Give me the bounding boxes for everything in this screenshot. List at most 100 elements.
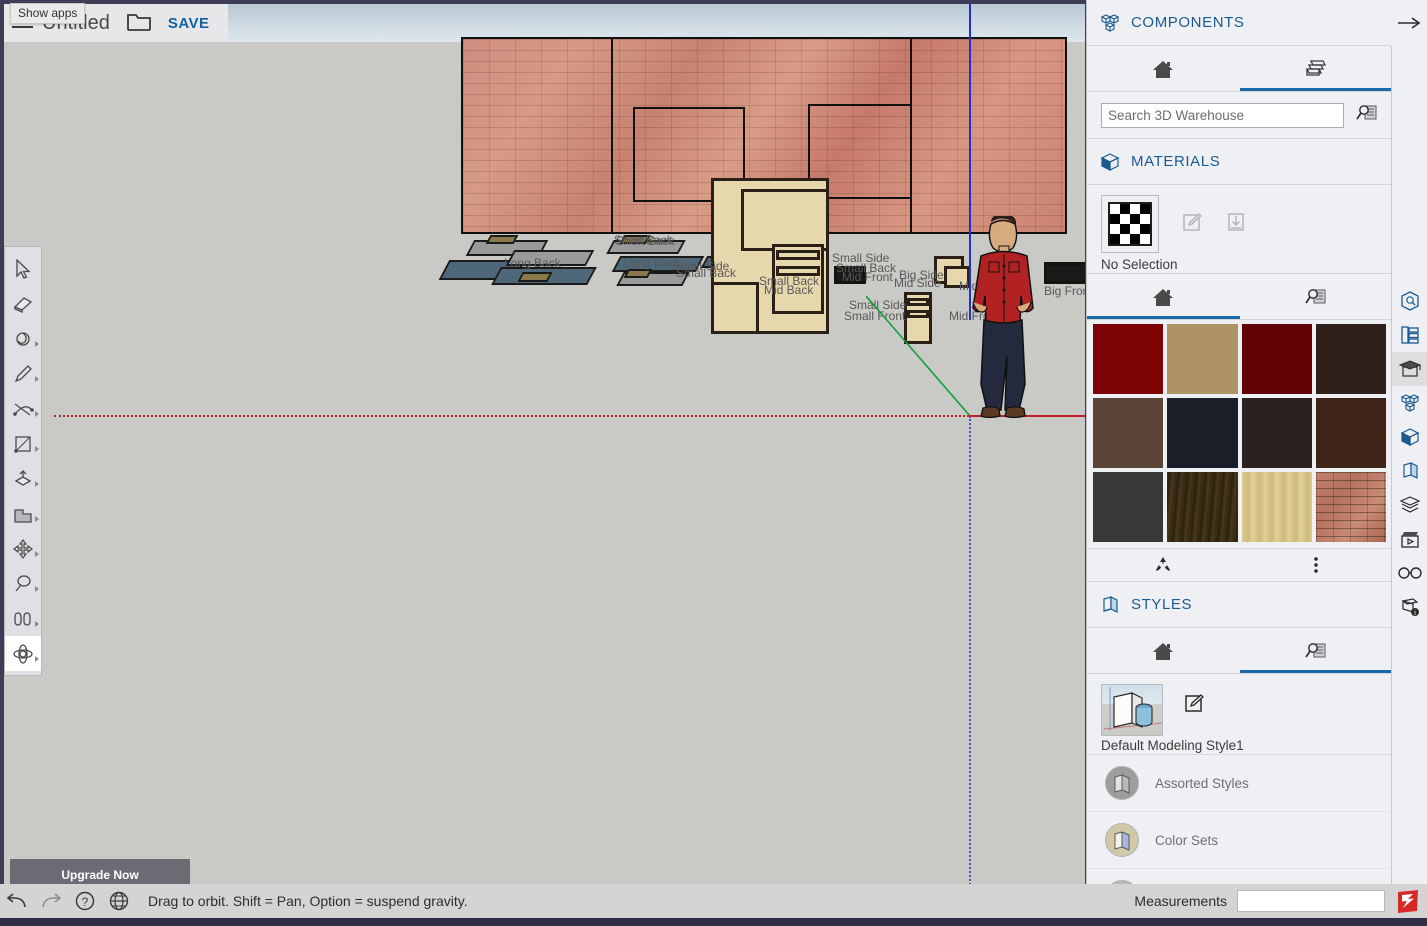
arc-tool[interactable]: [5, 391, 41, 426]
redo-button[interactable]: [34, 884, 68, 918]
style-collection-row[interactable]: Assorted Styles: [1087, 755, 1392, 812]
tab-materials-home[interactable]: [1087, 274, 1240, 319]
home-icon: [1151, 286, 1175, 308]
warehouse-search-row: Search 3D Warehouse: [1087, 92, 1392, 139]
measurements-input[interactable]: [1237, 890, 1385, 912]
home-icon: [1151, 58, 1175, 80]
styles-panel-title: STYLES: [1131, 596, 1192, 613]
select-tool[interactable]: [5, 251, 41, 286]
rail-components[interactable]: [1392, 386, 1427, 420]
style-collection-label: Assorted Styles: [1155, 776, 1249, 791]
window-bottom-edge: [0, 918, 1427, 926]
edit-style-button[interactable]: [1183, 692, 1207, 719]
edit-material-button[interactable]: [1181, 211, 1205, 238]
undo-button[interactable]: [0, 884, 34, 918]
pushpull-tool[interactable]: [5, 461, 41, 496]
glasses-icon: [1397, 565, 1423, 581]
model-viewport[interactable]: Short BackShort BackLong BackLong BackSm…: [4, 4, 1085, 892]
material-swatch-dark-espresso[interactable]: [1316, 324, 1386, 394]
help-button[interactable]: ?: [68, 884, 102, 918]
move-tool[interactable]: [5, 531, 41, 566]
search-in-model-icon: [1305, 641, 1327, 661]
ground-panel: [624, 269, 653, 278]
materials-panel-title: MATERIALS: [1131, 153, 1220, 170]
orbit-tool[interactable]: [5, 636, 41, 671]
material-swatch-dark-wood[interactable]: [1167, 472, 1237, 542]
save-material-button[interactable]: [1225, 211, 1247, 238]
paint-bucket-tool[interactable]: [5, 321, 41, 356]
tab-components-home[interactable]: [1087, 46, 1240, 91]
style-collection-label: Color Sets: [1155, 833, 1218, 848]
selected-material-swatch[interactable]: [1101, 195, 1159, 253]
style-preview-icon: [1102, 685, 1163, 736]
tab-styles-in-model[interactable]: [1240, 628, 1393, 673]
style-collection-row-partial[interactable]: [1087, 869, 1392, 884]
arrow-right-icon: [1396, 15, 1422, 31]
style-collection-icon: [1105, 823, 1139, 857]
scenes-clapboard-icon: [1398, 528, 1422, 550]
material-swatch-dark-red[interactable]: [1093, 324, 1163, 394]
styles-panel-header[interactable]: STYLES: [1087, 582, 1392, 628]
rail-display[interactable]: [1392, 556, 1427, 590]
eraser-tool[interactable]: [5, 286, 41, 321]
rail-tags[interactable]: [1392, 488, 1427, 522]
tab-3d-warehouse[interactable]: [1240, 46, 1393, 91]
sketchup-logo-icon[interactable]: [1395, 888, 1421, 914]
material-swatch-charcoal-gray[interactable]: [1093, 472, 1163, 542]
style-thumbnail[interactable]: [1101, 684, 1163, 736]
search-in-model-icon: [1305, 287, 1327, 307]
svg-text:?: ?: [82, 895, 89, 909]
globe-icon: [108, 890, 130, 912]
rail-materials[interactable]: [1392, 420, 1427, 454]
material-swatch-deep-red[interactable]: [1242, 324, 1312, 394]
offset-tool[interactable]: [5, 496, 41, 531]
more-options-button[interactable]: [1240, 549, 1393, 581]
material-swatch-midnight-navy[interactable]: [1167, 398, 1237, 468]
tab-styles-home[interactable]: [1087, 628, 1240, 673]
status-bar: ? Drag to orbit. Shift = Pan, Option = s…: [0, 884, 1427, 918]
more-options-icon: [1312, 554, 1320, 576]
rotate-tool[interactable]: [5, 566, 41, 601]
measurements-label: Measurements: [1134, 893, 1227, 909]
search-in-model-icon[interactable]: [1356, 103, 1378, 128]
rail-scenes[interactable]: [1392, 522, 1427, 556]
tab-materials-in-model[interactable]: [1240, 274, 1393, 319]
ground-panel: [517, 272, 552, 282]
save-button[interactable]: SAVE: [168, 15, 210, 32]
globe-button[interactable]: [102, 884, 136, 918]
materials-tab-row: [1087, 274, 1392, 320]
material-swatch-brick[interactable]: [1316, 472, 1386, 542]
material-swatch-medium-brown[interactable]: [1093, 398, 1163, 468]
current-style-row: Default Modeling Style1: [1087, 674, 1392, 755]
scale-figure-person: [961, 216, 1045, 418]
rail-instructor[interactable]: [1392, 352, 1427, 386]
styles-cube-icon: [1099, 595, 1121, 615]
components-panel-header[interactable]: COMPONENTS: [1087, 0, 1392, 46]
rail-outliner[interactable]: [1392, 318, 1427, 352]
purge-unused-button[interactable]: [1087, 549, 1240, 581]
material-swatch-dark-chocolate[interactable]: [1242, 398, 1312, 468]
components-tab-row: [1087, 46, 1392, 92]
tape-measure-tool[interactable]: [5, 601, 41, 636]
rail-solid-inspector[interactable]: i: [1392, 590, 1427, 624]
rail-styles[interactable]: [1392, 454, 1427, 488]
x-axis-negative-line: [54, 415, 969, 417]
rectangle-tool[interactable]: [5, 426, 41, 461]
materials-panel-header[interactable]: MATERIALS: [1087, 139, 1392, 185]
collapse-panel-button[interactable]: [1391, 0, 1427, 46]
warehouse-icon: [1303, 57, 1329, 81]
material-swatch-light-wood[interactable]: [1242, 472, 1312, 542]
components-cubes-icon: [1399, 393, 1421, 413]
z-axis-negative-line: [969, 416, 971, 892]
style-collection-row[interactable]: Color Sets: [1087, 812, 1392, 869]
download-into-model-icon: [1225, 211, 1247, 233]
rail-model-info[interactable]: [1392, 284, 1427, 318]
material-swatch-reddish-brown[interactable]: [1316, 398, 1386, 468]
search-input[interactable]: Search 3D Warehouse: [1101, 103, 1344, 128]
checkerboard-icon: [1108, 202, 1152, 246]
material-swatch-tan[interactable]: [1167, 324, 1237, 394]
layers-stack-icon: [1398, 494, 1422, 516]
open-folder-button[interactable]: [126, 10, 152, 37]
line-tool[interactable]: [5, 356, 41, 391]
materials-footer: [1087, 548, 1392, 582]
